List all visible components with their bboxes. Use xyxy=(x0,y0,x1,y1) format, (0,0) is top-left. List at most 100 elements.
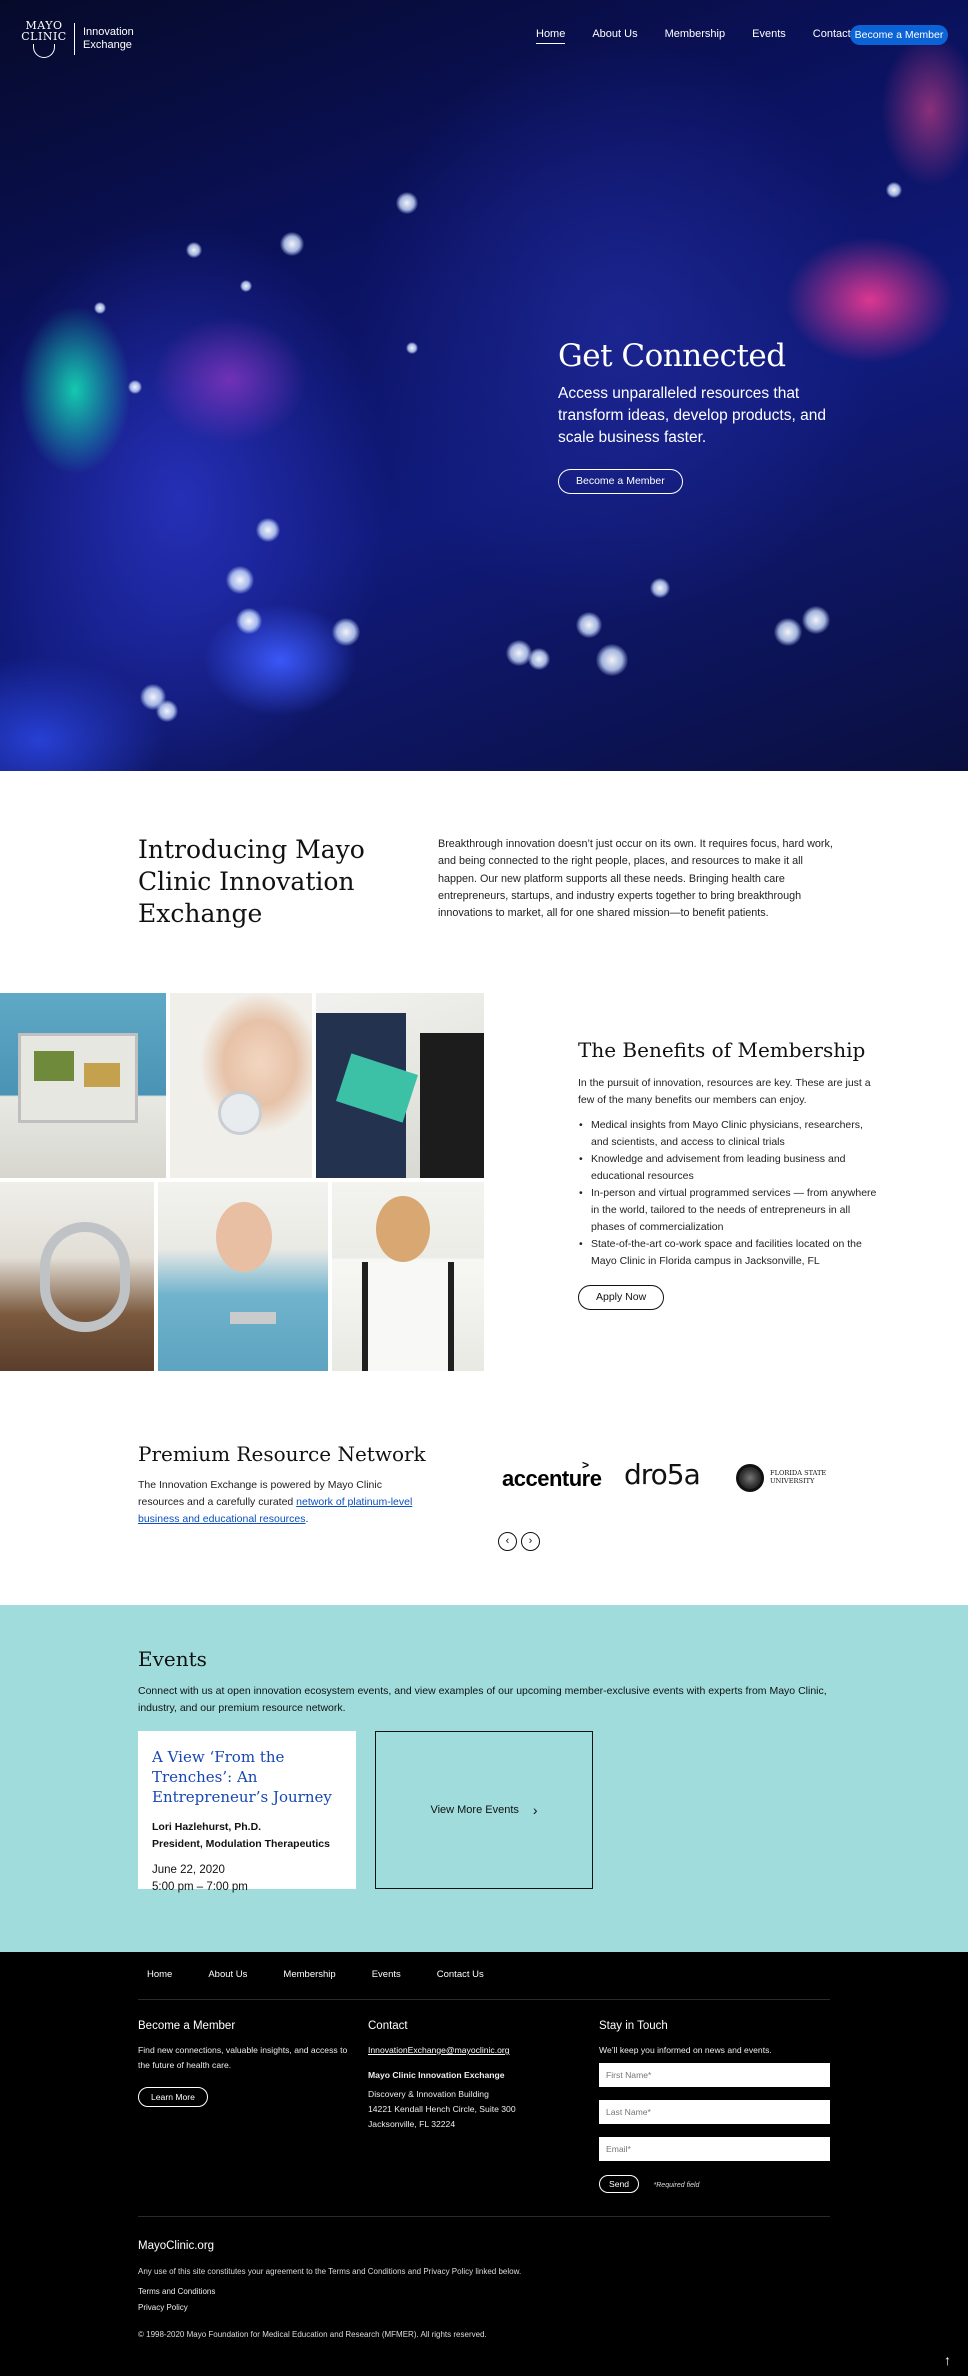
learn-more-button[interactable]: Learn More xyxy=(138,2087,208,2107)
bokeh-light xyxy=(94,302,106,314)
top-nav: MAYO CLINIC Innovation Exchange Home Abo… xyxy=(0,0,968,70)
footer-become-member: Become a Member Find new connections, va… xyxy=(138,2020,348,2107)
benefits-section: The Benefits of Membership In the pursui… xyxy=(578,1038,878,1310)
photo-man-valve xyxy=(0,1182,154,1371)
footer-stay-text: We’ll keep you informed on news and even… xyxy=(599,2045,772,2055)
bokeh-light xyxy=(528,648,550,670)
accenture-chevron-icon: > xyxy=(582,1458,590,1472)
bokeh-light xyxy=(576,612,602,638)
copyright: © 1998-2020 Mayo Foundation for Medical … xyxy=(138,2330,487,2339)
hero-subtitle: Access unparalleled resources that trans… xyxy=(558,385,826,446)
mayoclinic-site-link[interactable]: MayoClinic.org xyxy=(138,2240,521,2252)
nav-membership[interactable]: Membership xyxy=(665,28,726,44)
bokeh-light xyxy=(596,644,628,676)
hero-section: MAYO CLINIC Innovation Exchange Home Abo… xyxy=(0,0,968,771)
email-field[interactable] xyxy=(599,2137,830,2161)
benefit-item: Knowledge and advisement from leading bu… xyxy=(579,1151,878,1185)
bokeh-light xyxy=(156,700,178,722)
footer-nav-about-us[interactable]: About Us xyxy=(208,1969,247,1980)
fsu-logo[interactable]: FLORIDA STATE UNIVERSITY xyxy=(770,1469,840,1485)
arrow-up-icon[interactable]: ↑ xyxy=(944,2352,951,2368)
events-section: Events Connect with us at open innovatio… xyxy=(0,1605,968,1952)
hero-copy: Get Connected Access unparalleled resour… xyxy=(558,338,838,494)
nav-home[interactable]: Home xyxy=(536,28,566,44)
last-name-field[interactable] xyxy=(599,2100,830,2124)
bokeh-light xyxy=(886,182,902,198)
footer-nav-membership[interactable]: Membership xyxy=(283,1969,335,1980)
logo-carousel-controls: ‹ › xyxy=(498,1532,540,1551)
terms-link[interactable]: Terms and Conditions xyxy=(138,2284,521,2300)
footer-member-title: Become a Member xyxy=(138,2020,236,2032)
benefits-lead: In the pursuit of innovation, resources … xyxy=(578,1077,871,1106)
send-button[interactable]: Send xyxy=(599,2175,640,2193)
bokeh-light xyxy=(256,518,280,542)
fsu-seal-icon xyxy=(736,1464,764,1492)
footer-nav-contact-us[interactable]: Contact Us xyxy=(437,1969,484,1980)
contact-address: Discovery & Innovation Building 14221 Ke… xyxy=(368,2089,516,2129)
contact-email-link[interactable]: InnovationExchange@mayoclinic.org xyxy=(368,2045,510,2055)
become-member-nav-button[interactable]: Become a Member xyxy=(850,25,948,45)
events-title: Events xyxy=(138,1647,207,1671)
bokeh-light xyxy=(396,192,418,214)
logo-text: Innovation Exchange xyxy=(83,26,134,51)
footer-nav: Home About Us Membership Events Contact … xyxy=(147,1969,520,1980)
view-more-events-label: View More Events xyxy=(430,1804,519,1816)
intro-body: Breakthrough innovation doesn’t just occ… xyxy=(438,838,833,920)
bokeh-light xyxy=(280,232,304,256)
legal-notice: Any use of this site constitutes your ag… xyxy=(138,2267,522,2276)
contact-org: Mayo Clinic Innovation Exchange xyxy=(368,2070,505,2080)
event-speaker: Lori Hazlehurst, Ph.D. President, Modula… xyxy=(152,1821,330,1850)
footer-stay-title: Stay in Touch xyxy=(599,2020,668,2032)
bokeh-light xyxy=(802,606,830,634)
bokeh-light xyxy=(236,608,262,634)
event-card[interactable]: A View ‘From the Trenches’: An Entrepren… xyxy=(138,1731,356,1893)
benefit-item: State-of-the-art co-work space and facil… xyxy=(579,1236,878,1270)
first-name-field[interactable] xyxy=(599,2063,830,2087)
photo-doctor-implant xyxy=(158,1182,328,1371)
site-footer: Home About Us Membership Events Contact … xyxy=(0,1952,968,2376)
footer-nav-home[interactable]: Home xyxy=(147,1969,172,1980)
shield-icon xyxy=(33,44,55,58)
event-datetime: June 22, 2020 5:00 pm – 7:00 pm xyxy=(152,1864,248,1893)
bokeh-light xyxy=(332,618,360,646)
benefit-item: In-person and virtual programmed service… xyxy=(579,1185,878,1236)
footer-divider xyxy=(138,2216,830,2217)
footer-stay-in-touch: Stay in Touch We’ll keep you informed on… xyxy=(599,2020,831,2193)
logo-divider xyxy=(74,23,75,55)
hero-title: Get Connected xyxy=(558,338,786,374)
footer-member-text: Find new connections, valuable insights,… xyxy=(138,2045,348,2070)
premium-title: Premium Resource Network xyxy=(138,1442,426,1466)
bokeh-light xyxy=(650,578,670,598)
nav-about-us[interactable]: About Us xyxy=(592,28,637,44)
photo-device-case xyxy=(0,993,166,1178)
partner-logos: accenture > dro5a FLORIDA STATE UNIVERSI… xyxy=(500,1456,840,1496)
view-more-events-card[interactable]: View More Events › xyxy=(375,1731,593,1889)
privacy-link[interactable]: Privacy Policy xyxy=(138,2300,521,2316)
premium-body: The Innovation Exchange is powered by Ma… xyxy=(138,1479,413,1525)
chevron-right-icon: › xyxy=(532,1802,538,1818)
benefit-item: Medical insights from Mayo Clinic physic… xyxy=(579,1117,878,1151)
main-nav: Home About Us Membership Events Contact … xyxy=(536,28,894,44)
drosa-logo[interactable]: dro5a xyxy=(624,1458,701,1491)
site-logo[interactable]: MAYO CLINIC Innovation Exchange xyxy=(20,20,134,58)
bokeh-light xyxy=(774,618,802,646)
footer-legal: MayoClinic.org Any use of this site cons… xyxy=(138,2240,521,2339)
footer-contact-title: Contact xyxy=(368,2020,408,2032)
events-lead: Connect with us at open innovation ecosy… xyxy=(138,1685,827,1714)
chevron-right-icon[interactable]: › xyxy=(521,1532,540,1551)
intro-title: Introducing Mayo Clinic Innovation Excha… xyxy=(138,835,365,928)
member-photo-collage xyxy=(0,993,484,1371)
footer-nav-events[interactable]: Events xyxy=(372,1969,401,1980)
benefits-title: The Benefits of Membership xyxy=(578,1038,866,1062)
hero-become-member-button[interactable]: Become a Member xyxy=(558,469,683,494)
event-title[interactable]: A View ‘From the Trenches’: An Entrepren… xyxy=(152,1747,342,1807)
footer-contact: Contact InnovationExchange@mayoclinic.or… xyxy=(368,2020,558,2132)
bokeh-light xyxy=(226,566,254,594)
bokeh-light xyxy=(186,242,202,258)
bokeh-light xyxy=(240,280,252,292)
bokeh-light xyxy=(406,342,418,354)
photo-woman-blueprints xyxy=(332,1182,484,1371)
apply-now-button[interactable]: Apply Now xyxy=(578,1285,665,1310)
chevron-left-icon[interactable]: ‹ xyxy=(498,1532,517,1551)
nav-events[interactable]: Events xyxy=(752,28,786,44)
